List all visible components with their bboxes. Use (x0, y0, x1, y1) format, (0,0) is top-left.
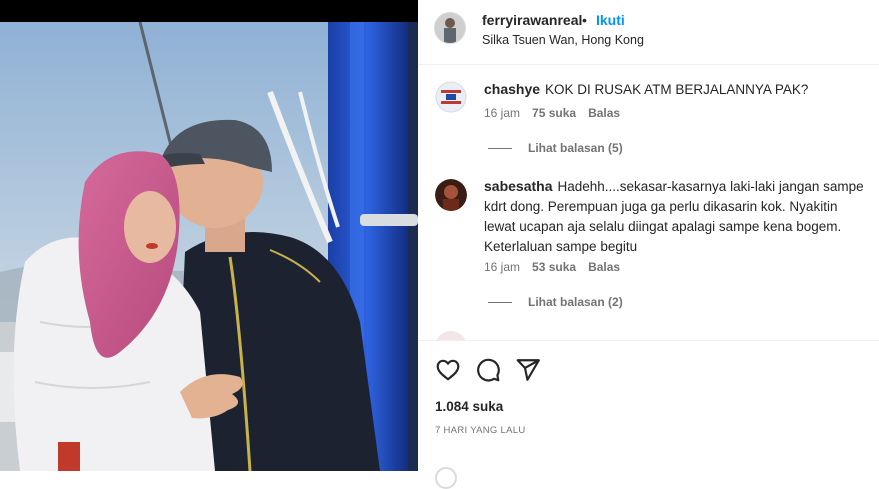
view-replies-label: Lihat balasan (2) (528, 295, 623, 309)
comment-avatar[interactable] (435, 81, 467, 113)
view-replies-button[interactable]: Lihat balasan (5) (488, 141, 623, 155)
comments-list[interactable]: chashye KOK DI RUSAK ATM BERJALANNYA PAK?… (418, 65, 879, 340)
add-comment-avatar (435, 467, 457, 489)
post-image (0, 22, 418, 471)
view-replies-button[interactable]: Lihat balasan (2) (488, 295, 623, 309)
comment-icon[interactable] (475, 357, 501, 383)
comment-likes[interactable]: 53 suka (532, 260, 576, 274)
replies-divider-line (488, 302, 512, 304)
comment-username[interactable]: chashye (484, 81, 540, 97)
comment-meta: 16 jam 53 suka Balas (484, 260, 632, 274)
comment-body: KOK DI RUSAK ATM BERJALANNYA PAK? (545, 82, 809, 97)
post-header: ferryirawanreal • Ikuti Silka Tsuen Wan,… (418, 0, 879, 65)
view-replies-label: Lihat balasan (5) (528, 141, 623, 155)
share-icon[interactable] (515, 357, 541, 383)
photo-top-bar (0, 0, 418, 22)
comment-avatar-partial[interactable] (435, 331, 467, 340)
post-time-ago[interactable]: 7 HARI YANG LALU (435, 425, 526, 436)
heart-icon[interactable] (435, 357, 461, 383)
comment-avatar[interactable] (435, 179, 467, 211)
author-avatar[interactable] (434, 12, 466, 44)
post-location[interactable]: Silka Tsuen Wan, Hong Kong (482, 33, 644, 47)
likes-count[interactable]: 1.084 suka (435, 399, 503, 414)
comment-username[interactable]: sabesatha (484, 178, 552, 194)
replies-divider-line (488, 148, 512, 150)
post-photo[interactable] (0, 0, 418, 471)
comment-avatar-image (435, 179, 467, 211)
comment-avatar-image (435, 81, 467, 113)
comment-likes[interactable]: 75 suka (532, 106, 576, 120)
post-actions: 1.084 suka 7 HARI YANG LALU (418, 340, 879, 489)
comment-time[interactable]: 16 jam (484, 106, 520, 120)
author-username[interactable]: ferryirawanreal (482, 12, 582, 28)
reply-button[interactable]: Balas (588, 260, 620, 274)
reply-button[interactable]: Balas (588, 106, 620, 120)
follow-button[interactable]: Ikuti (596, 12, 625, 28)
post-side-panel: ferryirawanreal • Ikuti Silka Tsuen Wan,… (418, 0, 879, 489)
header-separator: • (582, 12, 587, 28)
comment-text-block: sabesatha Hadehh....sekasar-kasarnya laki… (484, 176, 864, 257)
comment-text-block: chashye KOK DI RUSAK ATM BERJALANNYA PAK? (484, 79, 864, 100)
comment-time[interactable]: 16 jam (484, 260, 520, 274)
avatar-image (435, 13, 465, 43)
comment-meta: 16 jam 75 suka Balas (484, 106, 632, 120)
